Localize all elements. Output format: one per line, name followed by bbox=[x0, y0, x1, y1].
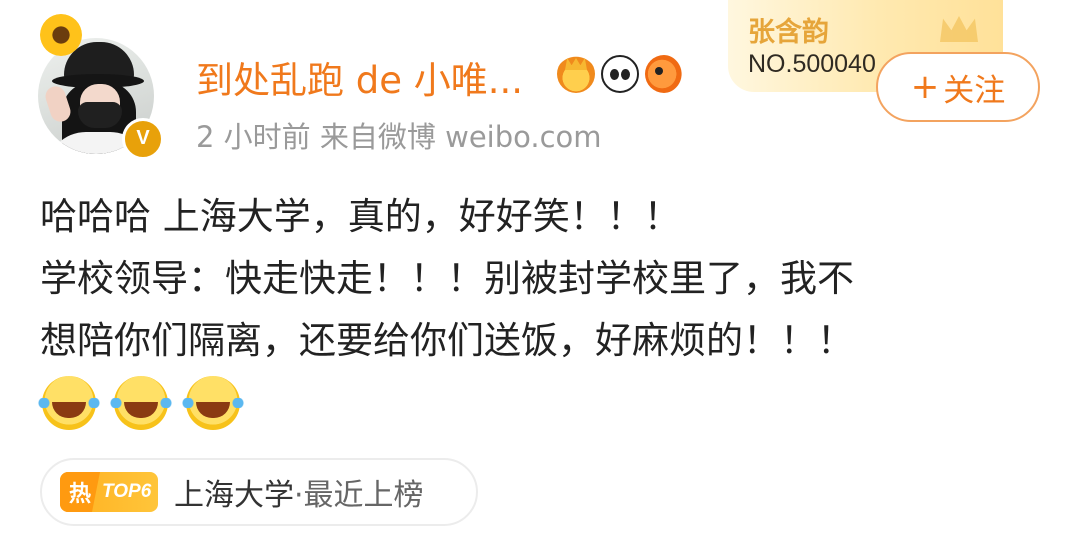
user-badges bbox=[557, 54, 683, 94]
hot-rank-badge: 热 TOP6 bbox=[60, 472, 158, 512]
fan-card-name: 张含韵 bbox=[748, 17, 829, 48]
sunflower-icon bbox=[40, 14, 82, 56]
fan-card-number: NO.500040 bbox=[748, 50, 876, 78]
panda-badge-icon bbox=[601, 55, 639, 93]
plus-icon: + bbox=[910, 67, 940, 107]
crown-badge-icon bbox=[557, 55, 595, 93]
follow-label: 关注 bbox=[943, 72, 1006, 109]
laugh-cry-emoji-icon bbox=[110, 376, 172, 430]
laugh-cry-emoji-icon bbox=[182, 376, 244, 430]
topic-suffix: ·最近上榜 bbox=[294, 478, 424, 513]
topic-title: 上海大学 bbox=[174, 478, 294, 513]
fish-badge-icon bbox=[645, 55, 683, 93]
post-meta: 2 小时前 来自微博 weibo.com bbox=[196, 120, 602, 154]
post-line: 学校领导：快走快走！！！别被封学校里了，我不 bbox=[40, 257, 854, 300]
follow-button[interactable]: + 关注 bbox=[876, 52, 1040, 122]
hot-topic-link[interactable]: 热 TOP6 上海大学·最近上榜 bbox=[40, 458, 478, 526]
emoji-row bbox=[38, 376, 244, 430]
topic-label: 上海大学·最近上榜 bbox=[174, 470, 424, 514]
laugh-cry-emoji-icon bbox=[38, 376, 100, 430]
hot-icon: 热 bbox=[60, 472, 100, 512]
post-text: 哈哈哈 上海大学，真的，好好笑！！！ 学校领导：快走快走！！！别被封学校里了，我… bbox=[40, 186, 1050, 372]
post-line: 哈哈哈 上海大学，真的，好好笑！！！ bbox=[40, 195, 681, 238]
username[interactable]: 到处乱跑 de 小唯... bbox=[196, 50, 523, 104]
verified-badge-icon: V bbox=[122, 118, 164, 160]
post-line: 想陪你们隔离，还要给你们送饭，好麻烦的！！！ bbox=[40, 319, 854, 362]
hot-rank: TOP6 bbox=[102, 481, 152, 502]
